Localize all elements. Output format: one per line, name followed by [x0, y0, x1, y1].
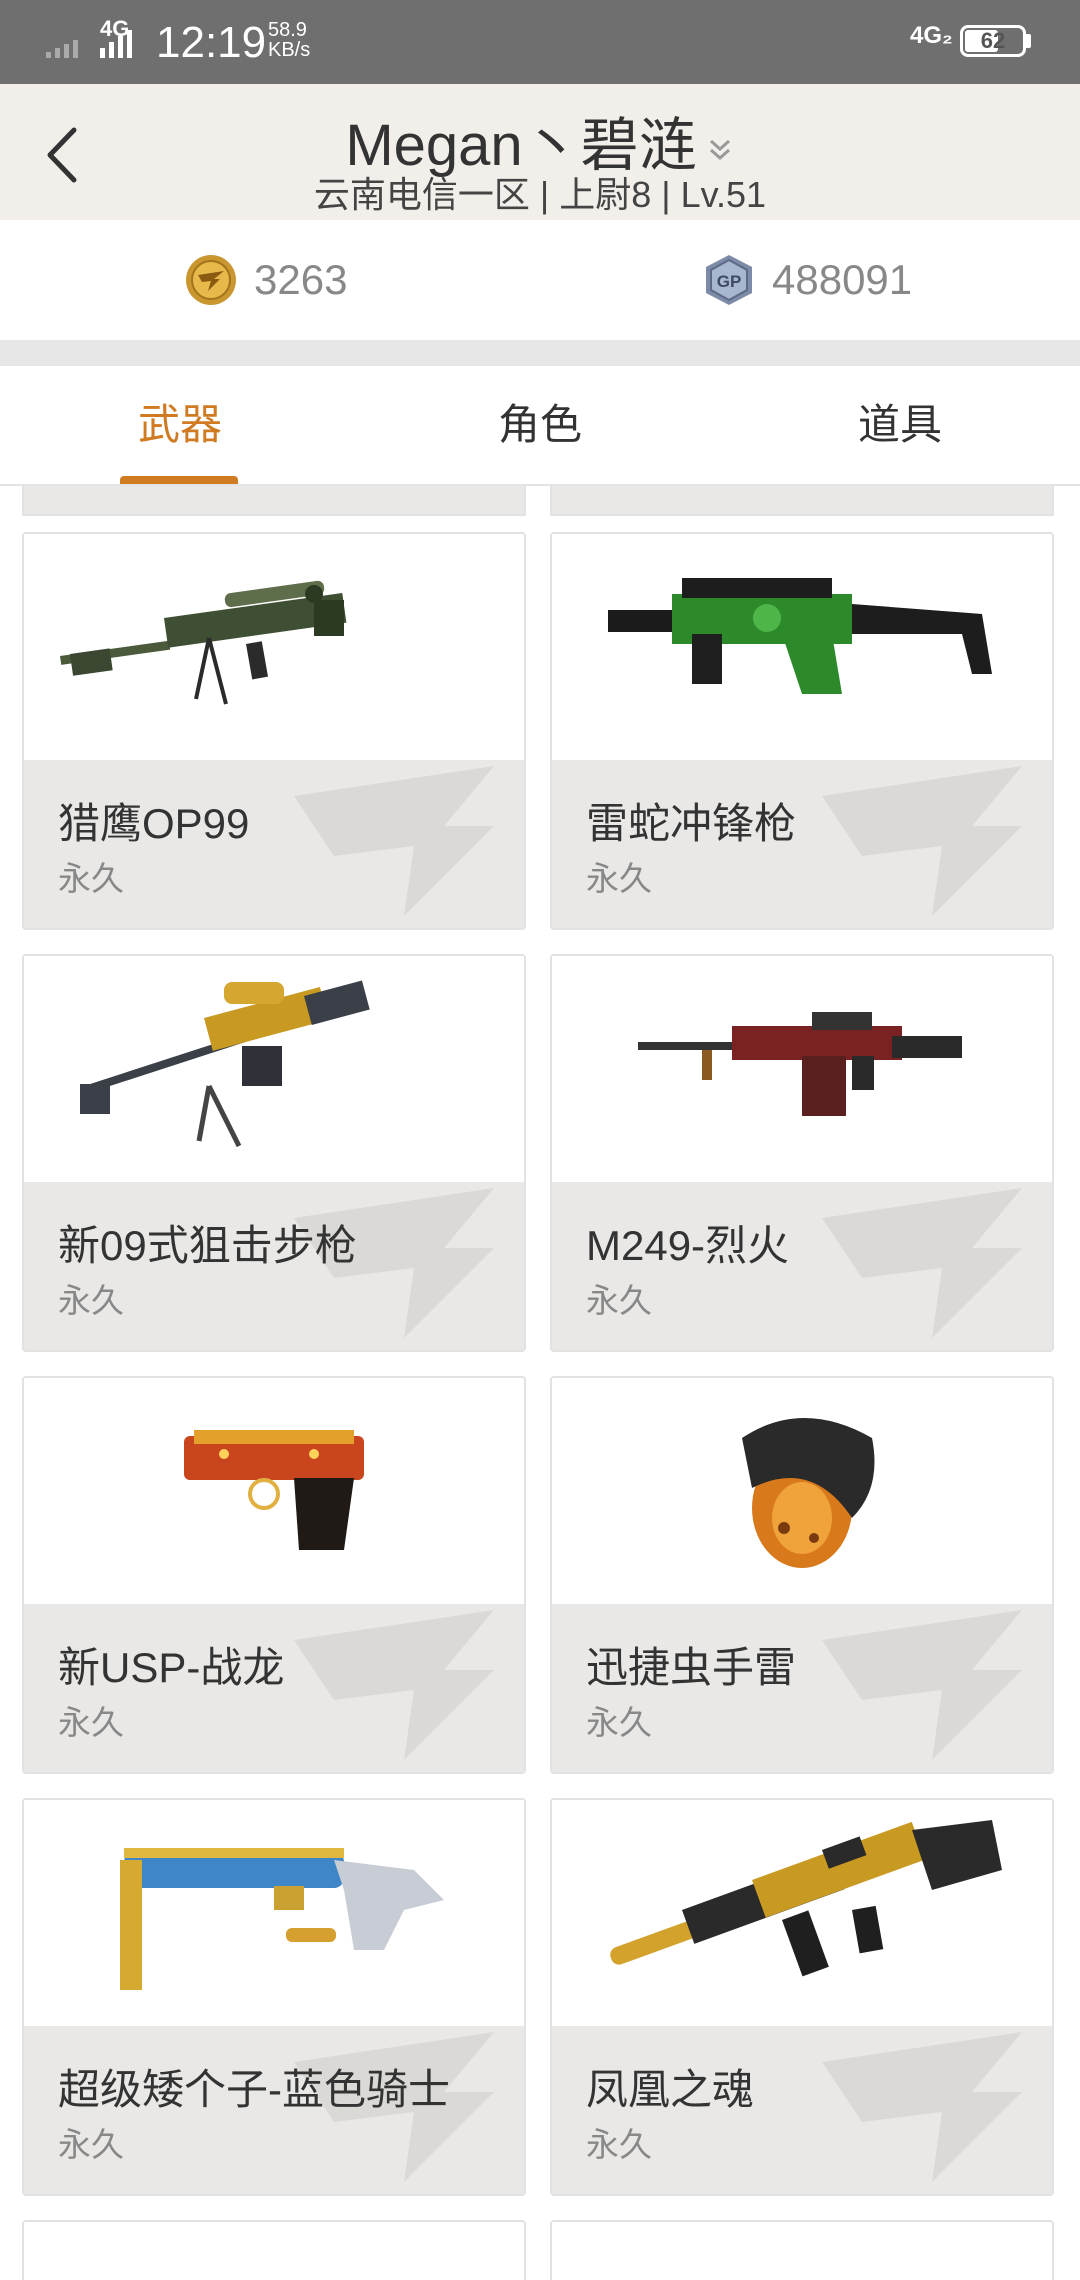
weapon-image [24, 1378, 524, 1604]
item-duration: 永久 [58, 1704, 124, 1741]
gp-icon-label: GP [717, 272, 742, 291]
cf-coin-value: 3263 [254, 256, 348, 303]
item-duration: 永久 [58, 2126, 124, 2163]
clock: 12:19 [156, 18, 267, 67]
inventory-card[interactable]: 迅捷虫手雷 永久 [550, 1376, 1054, 1774]
network-speed: 58.9 KB/s [268, 20, 310, 60]
rifle-phoenix-icon [610, 1820, 1002, 1977]
section-divider [0, 340, 1080, 366]
gp-value: 488091 [772, 256, 913, 303]
chevron-down-icon [709, 139, 730, 160]
tab-items[interactable]: 道具 [720, 366, 1080, 484]
item-duration: 永久 [58, 1282, 124, 1319]
inventory-card[interactable]: 凤凰之魂 永久 [550, 1798, 1054, 2196]
weapon-image [552, 1800, 1052, 2026]
pistol-dragon-icon [184, 1430, 364, 1550]
network-speed-value: 58.9 [268, 19, 307, 41]
cf-logo-watermark [822, 2032, 1022, 2182]
machine-gun-red-icon [638, 1012, 962, 1116]
item-duration: 永久 [586, 2126, 652, 2163]
weapon-image [24, 956, 524, 1182]
cf-logo-watermark [822, 1188, 1022, 1338]
item-name: 雷蛇冲锋枪 [586, 800, 797, 847]
tab-characters[interactable]: 角色 [360, 366, 720, 484]
list-item-partial[interactable] [22, 486, 526, 516]
tab-weapons[interactable]: 武器 [0, 366, 360, 484]
network-speed-unit: KB/s [268, 39, 311, 61]
network-type-right: 4G₂ [910, 22, 953, 49]
weapon-image [552, 534, 1052, 760]
inventory-card[interactable]: 雷蛇冲锋枪 永久 [550, 532, 1054, 930]
inventory-card[interactable] [22, 2220, 526, 2280]
profile-header: Megan丶碧涟 云南电信一区 | 上尉8 | Lv.51 [0, 84, 1080, 220]
weapon-image [552, 956, 1052, 1182]
inventory-card[interactable]: 新USP-战龙 永久 [22, 1376, 526, 1774]
battery-icon: 62 [960, 25, 1026, 57]
sniper-rifle-gold-icon [80, 980, 370, 1148]
item-name: 新09式狙击步枪 [58, 1222, 357, 1269]
currency-bar: 3263 GP 488091 [0, 220, 1080, 340]
cf-logo-watermark [822, 1610, 1022, 1760]
cf-logo-watermark [822, 766, 1022, 916]
cf-logo-watermark [294, 1610, 494, 1760]
category-tabs: 武器 角色 道具 [0, 366, 1080, 486]
item-duration: 永久 [586, 1282, 652, 1319]
cf-coin-balance: 3263 [184, 250, 347, 310]
cf-coin-icon [186, 255, 236, 305]
player-info: 云南电信一区 | 上尉8 | Lv.51 [313, 174, 767, 215]
item-name: 超级矮个子-蓝色骑士 [58, 2066, 450, 2113]
inventory-grid[interactable]: 猎鹰OP99 永久 雷蛇冲锋枪 永久 新09式狙击步枪 永久 M249-烈火 永… [0, 486, 1080, 2280]
item-name: M249-烈火 [586, 1222, 790, 1269]
active-tab-indicator [120, 476, 238, 484]
item-duration: 永久 [586, 860, 652, 897]
inventory-card[interactable] [550, 2220, 1054, 2280]
smg-green-razer-icon [608, 578, 992, 694]
inventory-card[interactable]: M249-烈火 永久 [550, 954, 1054, 1352]
item-name: 猎鹰OP99 [58, 800, 250, 847]
item-name: 迅捷虫手雷 [586, 1644, 797, 1691]
gp-balance: GP 488091 [702, 250, 912, 310]
weapon-image [552, 1378, 1052, 1604]
signal-icon [46, 30, 132, 58]
item-duration: 永久 [58, 860, 124, 897]
list-item-partial[interactable] [550, 486, 1054, 516]
inventory-card[interactable]: 猎鹰OP99 永久 [22, 532, 526, 930]
status-bar: 4G 12:19 58.9 KB/s 4G₂ 62 [0, 0, 1080, 84]
inventory-card[interactable]: 新09式狙击步枪 永久 [22, 954, 526, 1352]
item-name: 凤凰之魂 [586, 2066, 755, 2113]
weapon-image [24, 534, 524, 760]
cf-logo-watermark [294, 766, 494, 916]
battery-level: 62 [980, 28, 1006, 53]
shotgun-blue-icon [120, 1848, 444, 1990]
gp-coin-icon: GP [706, 255, 752, 305]
inventory-card[interactable]: 超级矮个子-蓝色骑士 永久 [22, 1798, 526, 2196]
item-name: 新USP-战龙 [58, 1644, 285, 1691]
weapon-image [24, 1800, 524, 2026]
sniper-rifle-green-icon [60, 580, 347, 705]
item-duration: 永久 [586, 1704, 652, 1741]
grenade-bug-icon [742, 1418, 875, 1568]
network-type-label: 4G [100, 16, 130, 41]
